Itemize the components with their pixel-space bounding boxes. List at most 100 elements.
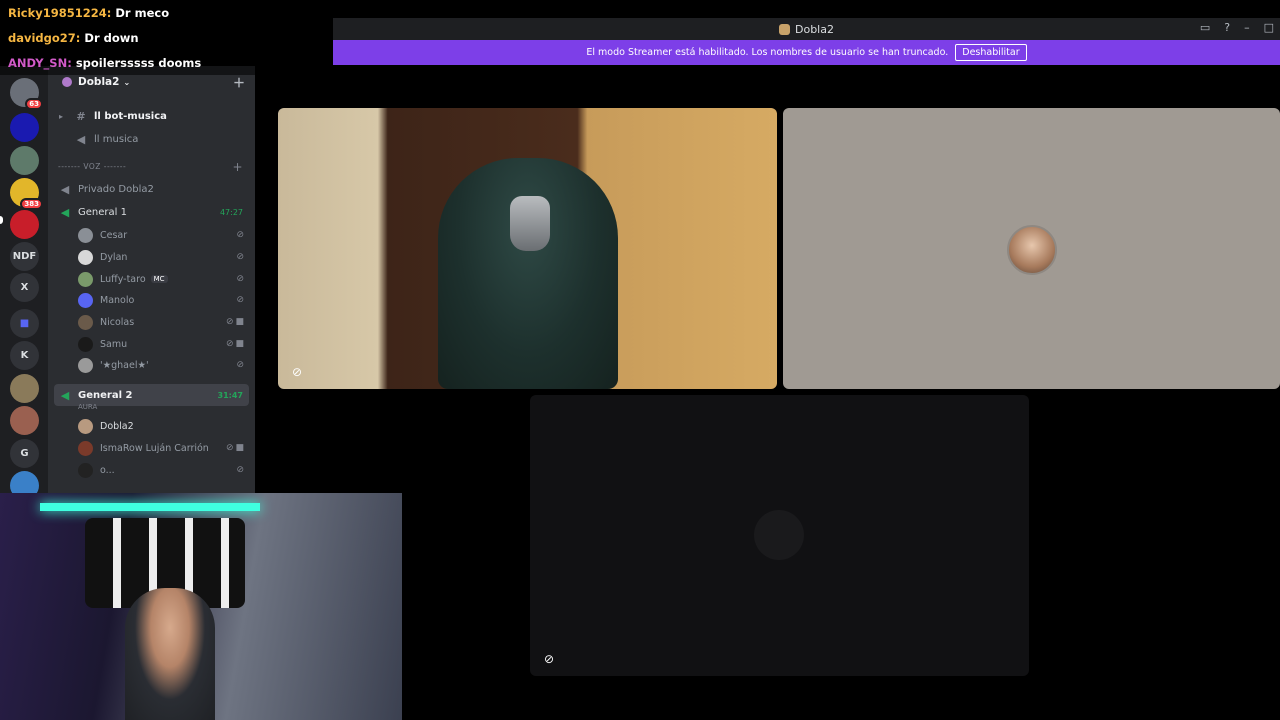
server-header[interactable]: Dobla2 ⌄ ＋ xyxy=(48,72,255,92)
channel-status: AURA xyxy=(78,403,98,411)
channel-label: General 1 xyxy=(78,206,127,218)
speaker-icon: ◀ xyxy=(76,132,86,146)
role-tag: MC xyxy=(150,275,168,283)
category-voz[interactable]: ------- VOZ ------- + xyxy=(58,160,243,174)
add-channel-icon[interactable]: + xyxy=(232,160,243,174)
avatar xyxy=(78,314,93,330)
inbox-icon[interactable]: ▭ xyxy=(1200,21,1210,34)
voice-user[interactable]: Dobla2 xyxy=(78,418,248,434)
channel-musica[interactable]: ◀ ll musica xyxy=(54,131,249,147)
locked-voice-icon: ◀ xyxy=(60,182,70,196)
led-strip xyxy=(40,503,260,511)
channel-label: General 2 xyxy=(78,389,133,401)
video-tile-camera[interactable]: ⊘ xyxy=(278,108,777,389)
streamer-webcam xyxy=(0,493,402,720)
help-icon[interactable]: ? xyxy=(1224,21,1230,34)
window-titlebar: Dobla2 ▭ ? – □ xyxy=(333,18,1280,40)
user-name: IsmaRow Luján Carrión xyxy=(100,442,209,454)
chat-text: spoilersssss dooms xyxy=(75,55,202,70)
user-name: Luffy-taro xyxy=(100,273,146,285)
chat-username: Ricky19851224: xyxy=(8,5,112,20)
window-title: Dobla2 xyxy=(779,23,834,36)
deafened-icon: ⊘ xyxy=(236,465,246,475)
chat-message: Ricky19851224: Dr meco xyxy=(0,0,333,25)
stream-chat-overlay: Ricky19851224: Dr meco davidgo27: Dr dow… xyxy=(0,0,333,75)
disable-streamer-mode-button[interactable]: Deshabilitar xyxy=(955,44,1027,61)
server-ndf[interactable]: NDF xyxy=(10,242,39,271)
window-controls: ▭ ? – □ xyxy=(1200,21,1274,34)
banner-text: El modo Streamer está habilitado. Los no… xyxy=(586,47,949,58)
voice-active-icon: ◀ xyxy=(60,388,70,402)
server-selected-pill xyxy=(0,216,3,224)
avatar xyxy=(78,462,93,478)
voice-user[interactable]: Nicolas ⊘■ xyxy=(78,314,248,330)
video-tile-avatar[interactable]: ⊘ xyxy=(530,395,1029,676)
chevron-down-icon: ⌄ xyxy=(123,77,131,87)
maximize-button[interactable]: □ xyxy=(1264,21,1274,34)
server-k[interactable]: K xyxy=(10,341,39,370)
channel-label: Privado Dobla2 xyxy=(78,183,154,195)
avatar xyxy=(78,271,93,287)
avatar xyxy=(78,440,93,456)
user-name: '★ghael★' xyxy=(100,359,149,371)
avatar xyxy=(78,249,93,265)
server-x[interactable]: X xyxy=(10,273,39,302)
server-rail: 63 383 NDF X ■ K G xyxy=(0,66,48,500)
server-icon[interactable]: 63 xyxy=(10,78,43,110)
deafened-icon: ⊘ xyxy=(236,274,246,284)
channel-label: ll bot-musica xyxy=(94,110,167,122)
server-icon[interactable] xyxy=(10,113,39,142)
user-name: Manolo xyxy=(100,294,135,306)
voice-user[interactable]: Dylan ⊘ xyxy=(78,249,248,265)
voice-user[interactable]: IsmaRow Luján Carrión ⊘■ xyxy=(78,440,248,456)
folder-icon[interactable]: ■ xyxy=(10,309,39,338)
streamer-figure xyxy=(125,588,215,720)
user-name: Dobla2 xyxy=(100,420,134,432)
voice-user[interactable]: Cesar ⊘ xyxy=(78,227,248,243)
caret-icon: ▸ xyxy=(58,111,63,121)
channel-bot-musica[interactable]: ▸ # ll bot-musica xyxy=(54,108,249,124)
chat-text: Dr meco xyxy=(115,5,170,20)
call-timer: 47:27 xyxy=(219,207,243,217)
participant-avatar xyxy=(754,510,804,560)
user-name: o... xyxy=(100,464,115,476)
mic-muted-icon: ⊘ xyxy=(292,365,303,379)
voice-user[interactable]: Manolo ⊘ xyxy=(78,292,248,308)
channel-general-1[interactable]: ◀ General 1 47:27 xyxy=(54,204,249,220)
deafened-icon: ⊘ xyxy=(236,295,246,305)
avatar xyxy=(78,357,93,373)
category-label: ------- VOZ ------- xyxy=(58,162,127,171)
server-icon[interactable] xyxy=(10,374,39,403)
channel-privado[interactable]: ◀ Privado Dobla2 xyxy=(54,181,249,197)
voice-user[interactable]: '★ghael★' ⊘ xyxy=(78,357,248,373)
avatar xyxy=(78,418,93,434)
voice-active-icon: ◀ xyxy=(60,205,70,219)
user-name: Dylan xyxy=(100,251,128,263)
server-g[interactable]: G xyxy=(10,439,39,468)
voice-user[interactable]: Luffy-taro MC ⊘ xyxy=(78,271,248,287)
avatar xyxy=(78,336,93,352)
mic-muted-icon: ⊘ xyxy=(544,652,555,666)
invite-icon[interactable]: ＋ xyxy=(233,74,245,91)
participant-avatar xyxy=(1007,225,1057,275)
server-icon xyxy=(779,23,790,35)
server-name: Dobla2 xyxy=(78,76,120,88)
server-icon[interactable] xyxy=(10,406,39,435)
hash-icon: # xyxy=(76,109,86,123)
avatar xyxy=(78,227,93,243)
minimize-button[interactable]: – xyxy=(1244,21,1250,34)
participant-mask xyxy=(510,196,550,251)
channel-sidebar: Dobla2 ⌄ ＋ ▸ # ll bot-musica ◀ ll musica… xyxy=(48,66,255,496)
user-name: Nicolas xyxy=(100,316,135,328)
voice-user[interactable]: o... ⊘ xyxy=(78,462,248,478)
window-title-text: Dobla2 xyxy=(795,22,834,36)
server-icon[interactable] xyxy=(10,210,39,239)
server-icon[interactable] xyxy=(10,146,39,175)
voice-user[interactable]: Samu ⊘■ xyxy=(78,336,248,352)
video-tile-avatar[interactable] xyxy=(783,108,1280,389)
chat-text: Dr down xyxy=(84,30,139,45)
channel-label: ll musica xyxy=(94,133,139,145)
chat-username: davidgo27: xyxy=(8,30,81,45)
server-icon[interactable]: 383 xyxy=(10,178,43,210)
deafened-icon: ⊘ xyxy=(236,360,246,370)
